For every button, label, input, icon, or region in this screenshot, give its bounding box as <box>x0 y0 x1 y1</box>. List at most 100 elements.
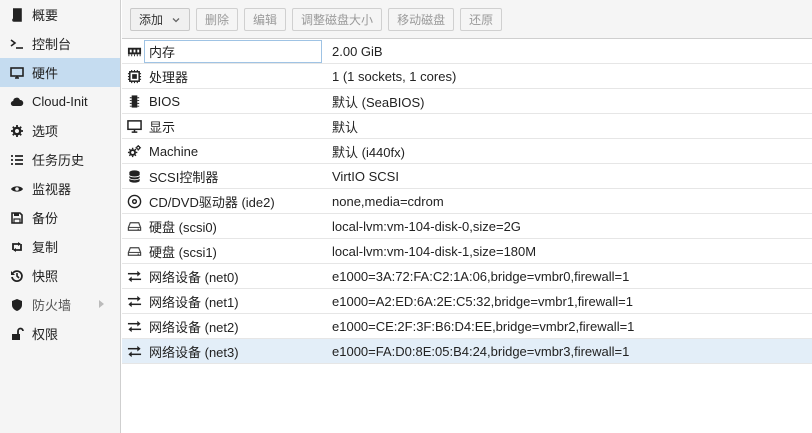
row-value: 默认 <box>332 119 359 135</box>
row-key-label: 处理器 <box>149 69 189 85</box>
add-button[interactable]: 添加 <box>130 7 191 31</box>
table-row[interactable]: 网络设备 (net3) e1000=FA:D0:8E:05:B4:24,brid… <box>122 339 812 364</box>
table-row[interactable]: CD/DVD驱动器 (ide2) none,media=cdrom <box>122 189 812 214</box>
row-value: none,media=cdrom <box>332 193 444 209</box>
harddisk-icon <box>126 218 142 234</box>
terminal-icon <box>8 36 26 52</box>
row-value: local-lvm:vm-104-disk-0,size=2G <box>332 218 521 234</box>
sidebar-item-firewall[interactable]: 防火墙 <box>0 290 120 319</box>
grid-empty-area <box>122 365 812 433</box>
row-key: 网络设备 (net2) <box>122 314 322 339</box>
sidebar-item-label: 任务历史 <box>32 153 85 168</box>
exchange-icon <box>126 343 142 359</box>
resize-disk-button[interactable]: 调整磁盘大小 <box>292 7 383 31</box>
desktop-icon <box>126 118 142 134</box>
row-key: 网络设备 (net3) <box>122 339 322 364</box>
sidebar-item-backup[interactable]: 备份 <box>0 203 120 232</box>
monitor-icon <box>8 65 26 81</box>
table-row[interactable]: 处理器 1 (1 sockets, 1 cores) <box>122 64 812 89</box>
move-disk-button[interactable]: 移动磁盘 <box>388 7 455 31</box>
revert-button[interactable]: 还原 <box>460 7 503 31</box>
row-value: e1000=CE:2F:3F:B6:D4:EE,bridge=vmbr2,fir… <box>332 318 635 334</box>
database-icon <box>126 168 142 184</box>
app-window: 概要 控制台 硬件 Cloud-Init 选项 任务历史 监视器 备份 复制 快… <box>0 0 812 433</box>
row-key-label: 网络设备 (net2) <box>149 319 239 335</box>
row-key-label: 网络设备 (net0) <box>149 269 239 285</box>
row-value: 2.00 GiB <box>332 43 383 59</box>
hardware-toolbar: 添加 删除 编辑 调整磁盘大小 移动磁盘 还原 <box>122 0 812 39</box>
sidebar-item-monitor[interactable]: 监视器 <box>0 174 120 203</box>
sidebar-item-label: 选项 <box>32 124 59 139</box>
floppy-icon <box>8 210 26 226</box>
row-key: 显示 <box>122 114 322 139</box>
row-value: e1000=FA:D0:8E:05:B4:24,bridge=vmbr3,fir… <box>332 343 630 359</box>
row-key: 网络设备 (net1) <box>122 289 322 314</box>
table-row[interactable]: 网络设备 (net1) e1000=A2:ED:6A:2E:C5:32,brid… <box>122 289 812 314</box>
row-key: CD/DVD驱动器 (ide2) <box>122 189 322 214</box>
table-row[interactable]: SCSI控制器 VirtIO SCSI <box>122 164 812 189</box>
retweet-icon <box>8 239 26 255</box>
eye-icon <box>8 181 26 197</box>
row-key: 处理器 <box>122 64 322 89</box>
row-value: local-lvm:vm-104-disk-1,size=180M <box>332 243 537 259</box>
sidebar-item-label: 防火墙 <box>32 298 72 313</box>
row-value: 默认 (i440fx) <box>332 144 405 160</box>
row-key-label: Machine <box>149 143 199 159</box>
microchip-icon <box>126 93 142 109</box>
row-key-label: 显示 <box>149 119 176 135</box>
harddisk-icon <box>126 243 142 259</box>
sidebar-item-snapshots[interactable]: 快照 <box>0 261 120 290</box>
sidebar-item-summary[interactable]: 概要 <box>0 0 120 29</box>
sidebar-item-label: 快照 <box>32 269 59 284</box>
exchange-icon <box>126 268 142 284</box>
sidebar-item-console[interactable]: 控制台 <box>0 29 120 58</box>
table-row[interactable]: Machine 默认 (i440fx) <box>122 139 812 164</box>
cdrom-icon <box>126 193 142 209</box>
table-row[interactable]: 网络设备 (net0) e1000=3A:72:FA:C2:1A:06,brid… <box>122 264 812 289</box>
gear-icon <box>8 123 26 139</box>
exchange-icon <box>126 293 142 309</box>
remove-button[interactable]: 删除 <box>196 7 239 31</box>
cogs-icon <box>126 143 142 159</box>
table-row[interactable]: 网络设备 (net2) e1000=CE:2F:3F:B6:D4:EE,brid… <box>122 314 812 339</box>
memory-icon <box>126 43 142 59</box>
sidebar-item-label: 备份 <box>32 211 59 226</box>
row-key-label: CD/DVD驱动器 (ide2) <box>149 194 275 210</box>
row-value: 默认 (SeaBIOS) <box>332 94 425 110</box>
row-key-label: 网络设备 (net1) <box>149 294 239 310</box>
sidebar-item-cloud-init[interactable]: Cloud-Init <box>0 87 120 116</box>
sidebar-item-replication[interactable]: 复制 <box>0 232 120 261</box>
sidebar-item-permissions[interactable]: 权限 <box>0 319 120 348</box>
sidebar-item-label: 控制台 <box>32 37 72 52</box>
row-key: 硬盘 (scsi0) <box>122 214 322 239</box>
table-row[interactable]: BIOS 默认 (SeaBIOS) <box>122 89 812 114</box>
sidebar-item-options[interactable]: 选项 <box>0 116 120 145</box>
table-row[interactable]: 内存 2.00 GiB <box>122 39 812 64</box>
chevron-down-icon <box>171 14 181 24</box>
edit-button[interactable]: 编辑 <box>244 7 287 31</box>
expand-arrow-icon[interactable] <box>99 300 104 308</box>
cpu-icon <box>126 68 142 84</box>
row-key: 网络设备 (net0) <box>122 264 322 289</box>
sidebar-item-label: 监视器 <box>32 182 72 197</box>
row-key-label: 内存 <box>149 44 176 60</box>
sidebar-item-label: 复制 <box>32 240 59 255</box>
row-key: 内存 <box>122 39 322 64</box>
sidebar-item-hardware[interactable]: 硬件 <box>0 58 120 87</box>
hardware-grid: 内存 2.00 GiB 处理器 1 (1 sockets, 1 cores) B… <box>122 39 812 364</box>
sidebar-item-task-history[interactable]: 任务历史 <box>0 145 120 174</box>
row-key: 硬盘 (scsi1) <box>122 239 322 264</box>
row-key-label: SCSI控制器 <box>149 169 219 185</box>
sidebar-item-label: 权限 <box>32 327 59 342</box>
row-value: e1000=3A:72:FA:C2:1A:06,bridge=vmbr0,fir… <box>332 268 630 284</box>
table-row[interactable]: 硬盘 (scsi1) local-lvm:vm-104-disk-1,size=… <box>122 239 812 264</box>
unlock-icon <box>8 326 26 342</box>
table-row[interactable]: 硬盘 (scsi0) local-lvm:vm-104-disk-0,size=… <box>122 214 812 239</box>
table-row[interactable]: 显示 默认 <box>122 114 812 139</box>
row-key-label: 网络设备 (net3) <box>149 344 239 360</box>
book-icon <box>8 7 26 23</box>
sidebar-item-label: Cloud-Init <box>32 94 88 109</box>
sidebar: 概要 控制台 硬件 Cloud-Init 选项 任务历史 监视器 备份 复制 快… <box>0 0 121 433</box>
shield-icon <box>8 297 26 313</box>
row-key-label: 硬盘 (scsi1) <box>149 244 217 260</box>
